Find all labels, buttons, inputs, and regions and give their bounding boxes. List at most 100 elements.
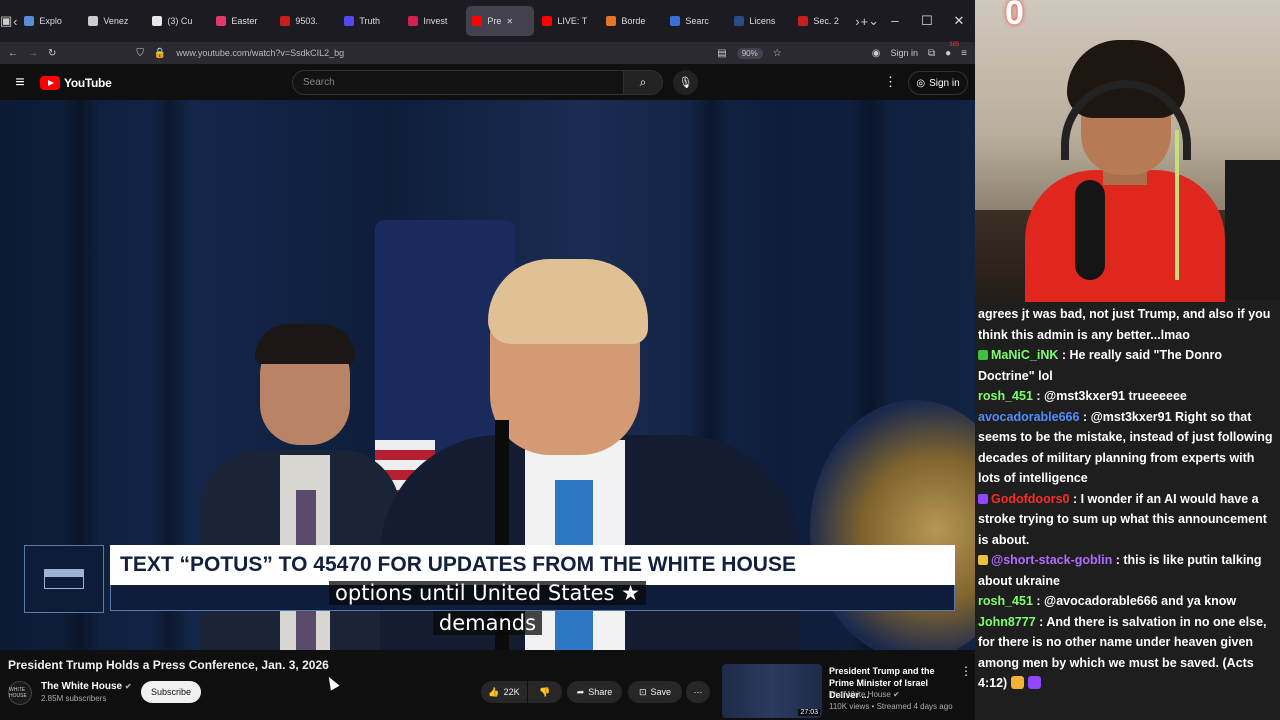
tab-label: Pre [487,16,502,26]
browser-tab[interactable]: Venez [82,6,144,36]
tab-favicon-icon [606,16,617,26]
chat-message: rosh_451 : @mst3kxer91 trueeeeee [978,386,1276,407]
tab-favicon-icon [24,16,35,26]
account-circle-icon: ◎ [916,77,926,89]
channel-name[interactable]: The White House ✔ [41,681,132,692]
like-button[interactable]: 👍 22K [481,681,527,703]
browser-tab[interactable]: Licens [728,6,790,36]
reload-icon[interactable]: ↻ [48,48,56,59]
back-icon[interactable]: ← [8,48,18,59]
chat-separator: : [1069,491,1081,506]
browser-sign-in[interactable]: Sign in [890,48,918,58]
tab-favicon-icon [280,16,291,26]
tab-label: LIVE: T [557,16,588,26]
share-button[interactable]: ➦ Share [567,681,622,703]
youtube-play-icon [40,76,60,90]
thumbs-up-icon: 👍 [488,686,500,697]
video-duration: 27:03 [798,709,820,716]
minimize-icon[interactable]: – [879,13,911,29]
thumbs-down-icon: 👎 [539,686,551,697]
chat-username[interactable]: MaNiC_iNK [991,348,1058,362]
tab-favicon-icon [670,16,681,26]
close-tab-icon[interactable]: ✕ [506,17,513,26]
hair [488,259,648,344]
browser-tab[interactable]: (3) Cu [146,6,208,36]
chat-username[interactable]: John8777 [978,615,1036,629]
tab-favicon-icon [542,16,553,26]
chat-username[interactable]: rosh_451 [978,389,1033,403]
subscribe-button[interactable]: Subscribe [141,681,201,703]
dislike-button[interactable]: 👎 [528,681,562,703]
closed-captions: options until United States ★ demands [0,578,975,638]
chat-username[interactable]: Godofdoors0 [991,492,1069,506]
tab-label: Truth [359,16,381,26]
podcast-microphone [1075,180,1105,280]
caption-line-2: demands [432,611,543,635]
live-chat[interactable]: agrees jt was bad, not just Trump, and a… [975,302,1280,720]
chat-username[interactable]: rosh_451 [978,594,1033,608]
youtube-logo-text: YouTube [64,76,112,90]
tab-label: Searc [685,16,709,26]
browser-tab[interactable]: Easter [210,6,272,36]
tab-label: Venez [103,16,129,26]
browser-tab[interactable]: Sec. 2 [792,6,854,36]
new-tab-icon[interactable]: + [860,7,868,35]
ellipsis-icon: ⋯ [693,686,703,697]
share-label: Share [588,687,613,697]
browser-tab[interactable]: LIVE: T [536,6,598,36]
recommended-channel-text: The White House [829,690,891,699]
notifications-icon[interactable]: ● 385 [945,42,959,59]
chat-message: John8777 : And there is salvation in no … [978,612,1276,694]
save-button[interactable]: ⊡ Save [628,681,682,703]
bookmark-icon: ⊡ [638,686,647,697]
more-actions-button[interactable]: ⋯ [686,681,710,703]
browser-tab[interactable]: Pre ✕ [466,6,535,36]
tab-favicon-icon [152,16,163,26]
zoom-level[interactable]: 90% [736,47,763,59]
mouse-cursor-icon [324,674,340,691]
stream-counter: 0 [1005,0,1024,32]
browser-tab[interactable]: 9503. [274,6,336,36]
youtube-logo[interactable]: YouTube [40,76,112,90]
account-icon[interactable]: ◉ [872,48,881,59]
chat-username[interactable]: avocadorable666 [978,410,1079,424]
share-icon: ➦ [576,686,585,697]
shield-icon[interactable]: ⛉ [136,48,144,59]
youtube-sign-in-button[interactable]: ◎ Sign in [908,71,968,95]
chat-username[interactable]: @short-stack-goblin [991,553,1112,567]
list-tabs-icon[interactable]: ⌄ [868,7,879,35]
browser-tab[interactable]: Truth [338,6,400,36]
recommended-channel[interactable]: The White House ✔ [829,690,900,699]
close-window-icon[interactable]: ✕ [943,13,975,29]
tab-overview-icon[interactable]: ▣ [0,7,12,35]
subscriber-count: 2.85M subscribers [41,694,107,703]
tab-label: Invest [423,16,448,26]
hamburger-menu-icon[interactable]: ≡ [0,74,40,92]
search-input[interactable]: Search [292,70,624,95]
forward-icon[interactable]: → [28,48,38,59]
lock-icon[interactable]: 🔒 [154,48,166,59]
extensions-icon[interactable]: ⧉ [928,48,935,59]
more-options-icon[interactable]: ⋮ [884,74,897,90]
voice-search-icon[interactable]: 🎙 [673,70,698,95]
browser-tab[interactable]: Searc [664,6,726,36]
channel-avatar[interactable]: WHITE HOUSE [8,681,32,705]
search-button[interactable]: ⌕ [623,70,663,95]
chat-message: Godofdoors0 : I wonder if an AI would ha… [978,489,1276,551]
menu-icon[interactable]: ≡ [961,48,967,59]
verified-icon: ✔ [124,682,132,691]
recommended-thumbnail[interactable]: 27:03 [722,664,822,718]
browser-tab[interactable]: Explo [18,6,80,36]
bookmark-star-icon[interactable]: ☆ [773,48,782,59]
browser-tab[interactable]: Borde [600,6,662,36]
tab-label: 9503. [295,16,318,26]
reader-view-icon[interactable]: ▤ [717,48,726,59]
maximize-icon[interactable]: ☐ [911,13,943,29]
headset-cable [1175,130,1179,280]
sign-in-label: Sign in [929,77,960,89]
tab-label: (3) Cu [167,16,193,26]
chat-message: MaNiC_iNK : He really said "The Donro Do… [978,345,1276,386]
url-field[interactable]: www.youtube.com/watch?v=SsdkCIL2_bg [176,48,707,58]
recommended-more-icon[interactable]: ⋮ [960,664,972,678]
browser-tab[interactable]: Invest [402,6,464,36]
